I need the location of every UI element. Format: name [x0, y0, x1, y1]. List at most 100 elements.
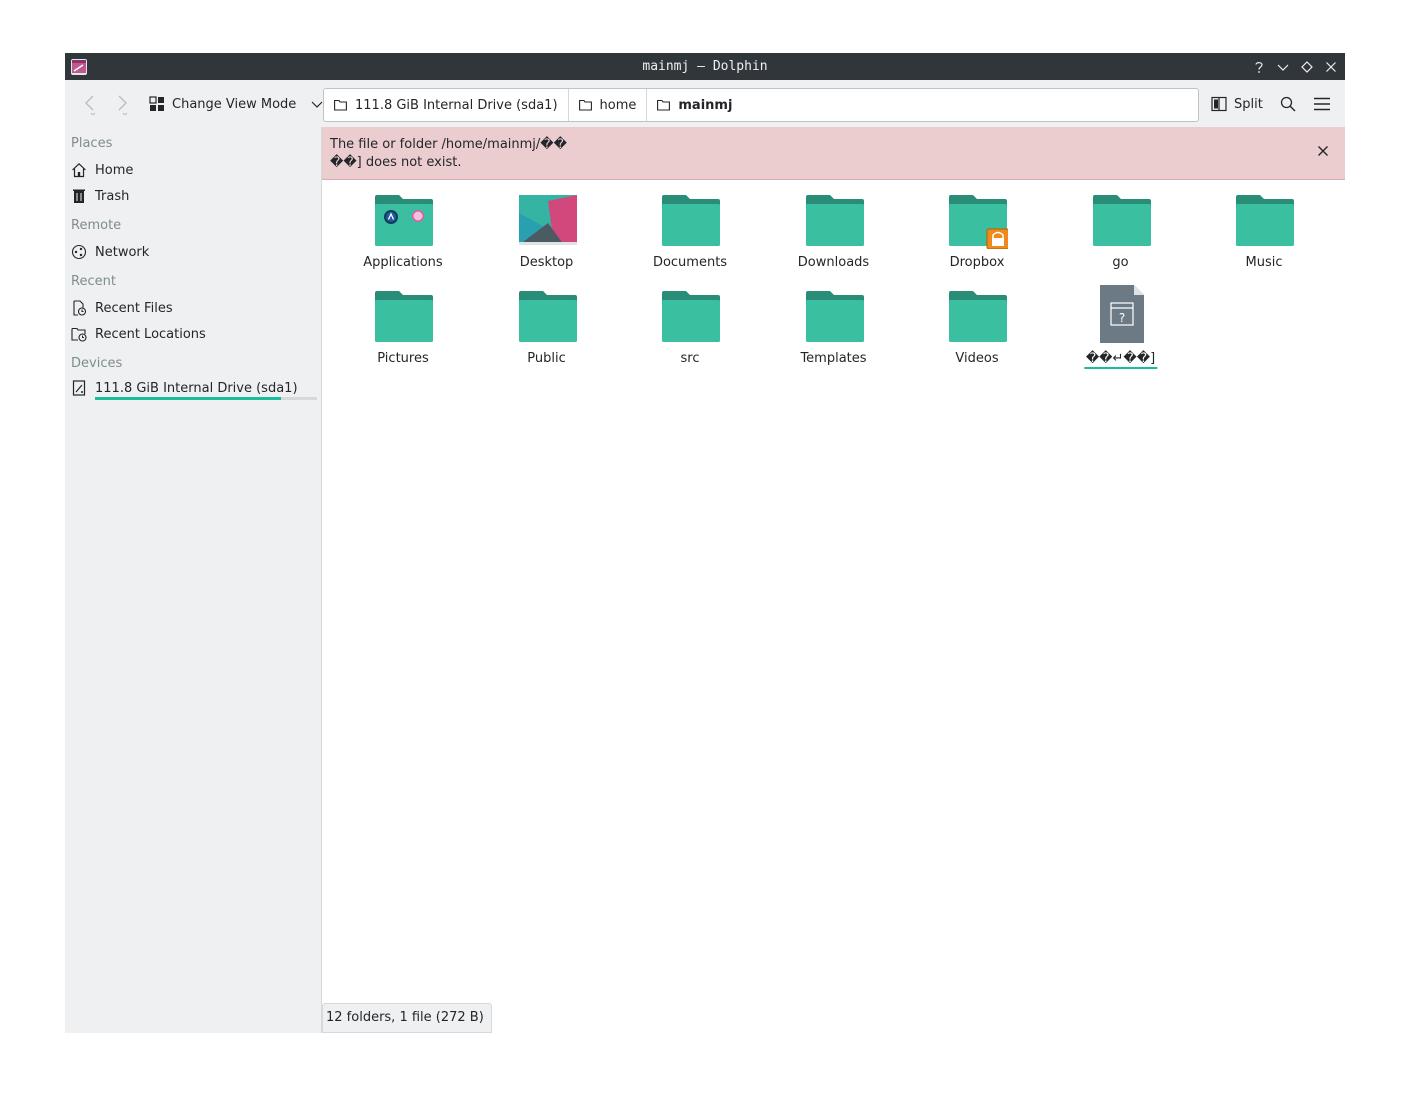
folder-small-icon [334, 99, 347, 111]
file-view[interactable]: The file or folder /home/mainmj/�� ��] d… [322, 127, 1345, 1033]
section-title-remote: Remote [71, 218, 122, 233]
file-name: Dropbox [949, 255, 1005, 270]
file-name: Downloads [797, 255, 870, 270]
breadcrumb-item-home[interactable]: home [569, 89, 648, 121]
file-item[interactable]: Desktop [482, 189, 612, 279]
folder-desktop-icon [518, 193, 578, 249]
back-arrow-icon [85, 95, 96, 115]
search-icon [1280, 96, 1296, 112]
folder-icon [1235, 193, 1295, 249]
sidebar-item-recent-locations[interactable]: Recent Locations [71, 323, 315, 345]
folder-locked-icon [948, 193, 1010, 250]
file-name: Applications [363, 255, 443, 270]
file-item[interactable]: ? ��↵��] [1056, 285, 1186, 375]
home-icon [71, 162, 87, 178]
sidebar-item-label: Recent Locations [95, 326, 206, 342]
file-item[interactable]: src [625, 285, 755, 375]
split-view-icon [1211, 96, 1227, 112]
help-icon[interactable] [1249, 57, 1269, 77]
file-item[interactable]: go [1056, 189, 1186, 279]
minimize-icon[interactable] [1273, 57, 1293, 77]
close-window-icon[interactable] [1321, 57, 1341, 77]
forward-button[interactable] [109, 90, 135, 118]
file-item[interactable]: Pictures [338, 285, 468, 375]
folder-icon [374, 289, 434, 345]
file-item[interactable]: Applications [338, 189, 468, 279]
folder-icon [948, 289, 1008, 345]
file-item[interactable]: Dropbox [912, 189, 1042, 279]
split-button[interactable]: Split [1211, 90, 1263, 118]
maximize-icon[interactable] [1297, 57, 1317, 77]
window-title: mainmj — Dolphin [642, 59, 768, 74]
sidebar-item-network[interactable]: Network [71, 241, 315, 263]
file-item[interactable]: Documents [625, 189, 755, 279]
file-name: ��↵��] [1083, 351, 1158, 369]
sidebar-item-home[interactable]: Home [71, 159, 315, 181]
folder-icon [805, 289, 865, 345]
drive-icon [71, 380, 87, 396]
drive-capacity-fill [95, 397, 282, 400]
hamburger-menu-button[interactable] [1309, 90, 1335, 118]
sidebar-item-trash[interactable]: Trash [71, 185, 315, 207]
sidebar-item-label: Recent Files [95, 300, 173, 316]
file-name: Music [1245, 255, 1283, 270]
view-mode-label: Change View Mode [172, 96, 297, 112]
breadcrumb-item-mainmj[interactable]: mainmj [647, 89, 742, 121]
file-name: Videos [955, 351, 999, 366]
view-mode-icon [149, 96, 164, 111]
status-bar: 12 folders, 1 file (272 B) [322, 1003, 492, 1033]
toolbar: Change View Mode 111.8 GiB Internal Driv… [65, 80, 1345, 128]
folder-small-icon [657, 99, 671, 111]
folder-icon [518, 289, 578, 345]
breadcrumb-label: home [599, 97, 637, 113]
recent-locations-icon [71, 326, 87, 342]
sidebar-item-drive[interactable]: 111.8 GiB Internal Drive (sda1) [71, 377, 315, 399]
file-name: Templates [800, 351, 867, 366]
file-item[interactable]: Templates [769, 285, 899, 375]
folder-icon [1092, 193, 1152, 249]
sidebar-item-label: Home [95, 162, 134, 178]
split-label: Split [1234, 96, 1263, 112]
section-title-recent: Recent [71, 274, 116, 289]
trash-icon [71, 188, 87, 204]
svg-text:?: ? [1118, 311, 1124, 325]
file-item[interactable]: Downloads [769, 189, 899, 279]
close-banner-icon[interactable] [1313, 141, 1333, 161]
error-message: The file or folder /home/mainmj/�� ��] d… [330, 137, 567, 170]
drive-capacity-bar [95, 397, 317, 400]
file-name: Desktop [519, 255, 574, 270]
error-banner: The file or folder /home/mainmj/�� ��] d… [322, 127, 1345, 180]
breadcrumb-item-drive[interactable]: 111.8 GiB Internal Drive (sda1) [324, 89, 569, 121]
section-title-devices: Devices [71, 356, 123, 371]
search-button[interactable] [1275, 90, 1301, 118]
file-item[interactable]: Videos [912, 285, 1042, 375]
title-bar[interactable]: mainmj — Dolphin [65, 53, 1345, 80]
breadcrumb[interactable]: 111.8 GiB Internal Drive (sda1) home mai… [323, 88, 1199, 122]
sidebar-item-label: Trash [95, 188, 130, 204]
sidebar-item-recent-files[interactable]: Recent Files [71, 297, 315, 319]
folder-icon [661, 289, 721, 345]
section-title-places: Places [71, 136, 113, 151]
breadcrumb-label: mainmj [678, 97, 733, 113]
sidebar-item-label: Network [95, 244, 150, 260]
hamburger-menu-icon [1314, 97, 1330, 111]
folder-icon [805, 193, 865, 249]
sidebar-item-label: 111.8 GiB Internal Drive (sda1) [95, 380, 298, 396]
file-name: Documents [652, 255, 728, 270]
file-name: Pictures [377, 351, 429, 366]
file-name: Public [527, 351, 566, 366]
recent-files-icon [71, 300, 87, 316]
places-panel: Places Home Trash Remote Network Recent [65, 127, 322, 1033]
dolphin-window: mainmj — Dolphin Change View Mode 111.8 … [65, 53, 1345, 1033]
folder-small-icon [578, 99, 592, 111]
file-item[interactable]: Music [1199, 189, 1329, 279]
change-view-mode-button[interactable]: Change View Mode [149, 90, 324, 118]
back-button[interactable] [77, 90, 103, 118]
file-name: src [680, 351, 700, 366]
file-item[interactable]: Public [482, 285, 612, 375]
breadcrumb-label: 111.8 GiB Internal Drive (sda1) [355, 97, 558, 113]
network-icon [71, 244, 87, 260]
forward-arrow-icon [118, 95, 128, 115]
unknown-file-icon: ? [1092, 285, 1152, 343]
folder-icon [661, 193, 721, 249]
